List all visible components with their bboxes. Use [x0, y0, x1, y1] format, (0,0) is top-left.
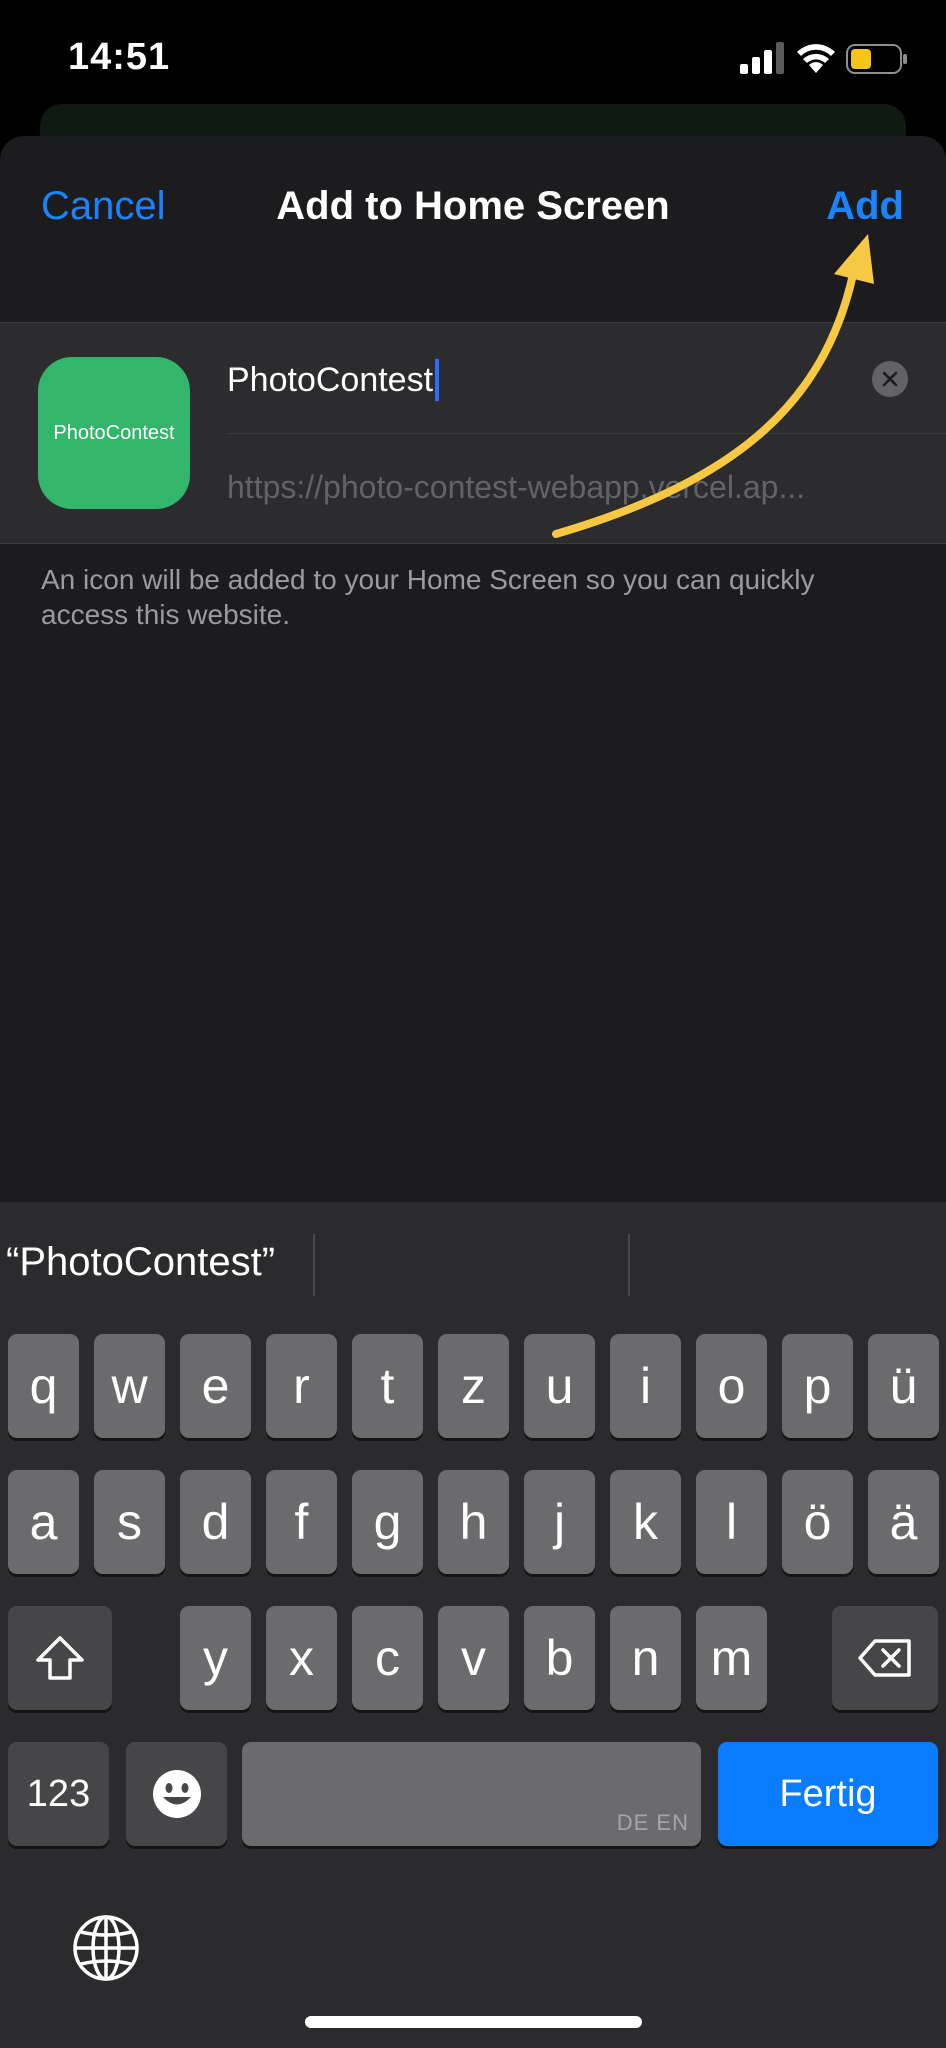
key-f[interactable]: f [266, 1470, 337, 1574]
bookmark-card: PhotoContest PhotoContest https://photo-… [0, 322, 946, 544]
backspace-icon [858, 1639, 911, 1677]
key-o[interactable]: o [696, 1334, 767, 1438]
key-q[interactable]: q [8, 1334, 79, 1438]
name-input-value: PhotoContest [227, 360, 434, 399]
home-indicator[interactable] [305, 2016, 642, 2028]
key-g[interactable]: g [352, 1470, 423, 1574]
shift-arrow-icon [36, 1636, 84, 1680]
status-time: 14:51 [68, 36, 171, 78]
key-c[interactable]: c [352, 1606, 423, 1710]
globe-icon[interactable] [70, 1912, 142, 1984]
delete-key[interactable] [832, 1606, 938, 1710]
suggestion-bar: “PhotoContest” [0, 1202, 946, 1322]
key-e[interactable]: e [180, 1334, 251, 1438]
key-m[interactable]: m [696, 1606, 767, 1710]
url-field: https://photo-contest-webapp.vercel.ap..… [227, 469, 806, 505]
name-input[interactable]: PhotoContest [227, 359, 440, 401]
wifi-icon [797, 44, 835, 73]
space-language-label: DE EN [616, 1810, 689, 1835]
text-cursor [435, 359, 440, 401]
key-n[interactable]: n [610, 1606, 681, 1710]
key-b[interactable]: b [524, 1606, 595, 1710]
key-h[interactable]: h [438, 1470, 509, 1574]
status-bar: 14:51 [0, 0, 946, 110]
key-l[interactable]: l [696, 1470, 767, 1574]
cellular-signal-icon [740, 42, 784, 74]
key-k[interactable]: k [610, 1470, 681, 1574]
key-x[interactable]: x [266, 1606, 337, 1710]
field-divider [227, 433, 946, 434]
key-z[interactable]: z [438, 1334, 509, 1438]
key-s[interactable]: s [94, 1470, 165, 1574]
key-i[interactable]: i [610, 1334, 681, 1438]
key-d[interactable]: d [180, 1470, 251, 1574]
key-a[interactable]: a [8, 1470, 79, 1574]
space-bar[interactable]: DE EN [242, 1742, 701, 1846]
key-o-umlaut[interactable]: ö [782, 1470, 853, 1574]
sheet-title: Add to Home Screen [276, 184, 670, 228]
clear-text-button[interactable] [872, 361, 908, 397]
suggestion-divider [628, 1234, 630, 1296]
numbers-key[interactable]: 123 [8, 1742, 109, 1846]
description-text: An icon will be added to your Home Scree… [41, 564, 815, 630]
key-w[interactable]: w [94, 1334, 165, 1438]
suggestion-item[interactable]: “PhotoContest” [6, 1240, 275, 1285]
key-u[interactable]: u [524, 1334, 595, 1438]
clear-x-icon [882, 371, 898, 387]
add-to-home-screen-sheet: Cancel Add to Home Screen Add PhotoConte… [0, 136, 946, 1202]
key-a-umlaut[interactable]: ä [868, 1470, 939, 1574]
battery-low-icon [846, 44, 907, 74]
emoji-key[interactable] [126, 1742, 227, 1846]
key-t[interactable]: t [352, 1334, 423, 1438]
add-button[interactable]: Add [826, 184, 904, 229]
shift-key[interactable] [8, 1606, 112, 1710]
app-icon-label: PhotoContest [53, 421, 175, 444]
key-r[interactable]: r [266, 1334, 337, 1438]
emoji-smiley-icon [152, 1770, 201, 1818]
key-u-umlaut[interactable]: ü [868, 1334, 939, 1438]
key-j[interactable]: j [524, 1470, 595, 1574]
key-v[interactable]: v [438, 1606, 509, 1710]
key-y[interactable]: y [180, 1606, 251, 1710]
done-key[interactable]: Fertig [718, 1742, 938, 1846]
key-p[interactable]: p [782, 1334, 853, 1438]
app-icon-preview: PhotoContest [38, 357, 190, 509]
suggestion-divider [313, 1234, 315, 1296]
